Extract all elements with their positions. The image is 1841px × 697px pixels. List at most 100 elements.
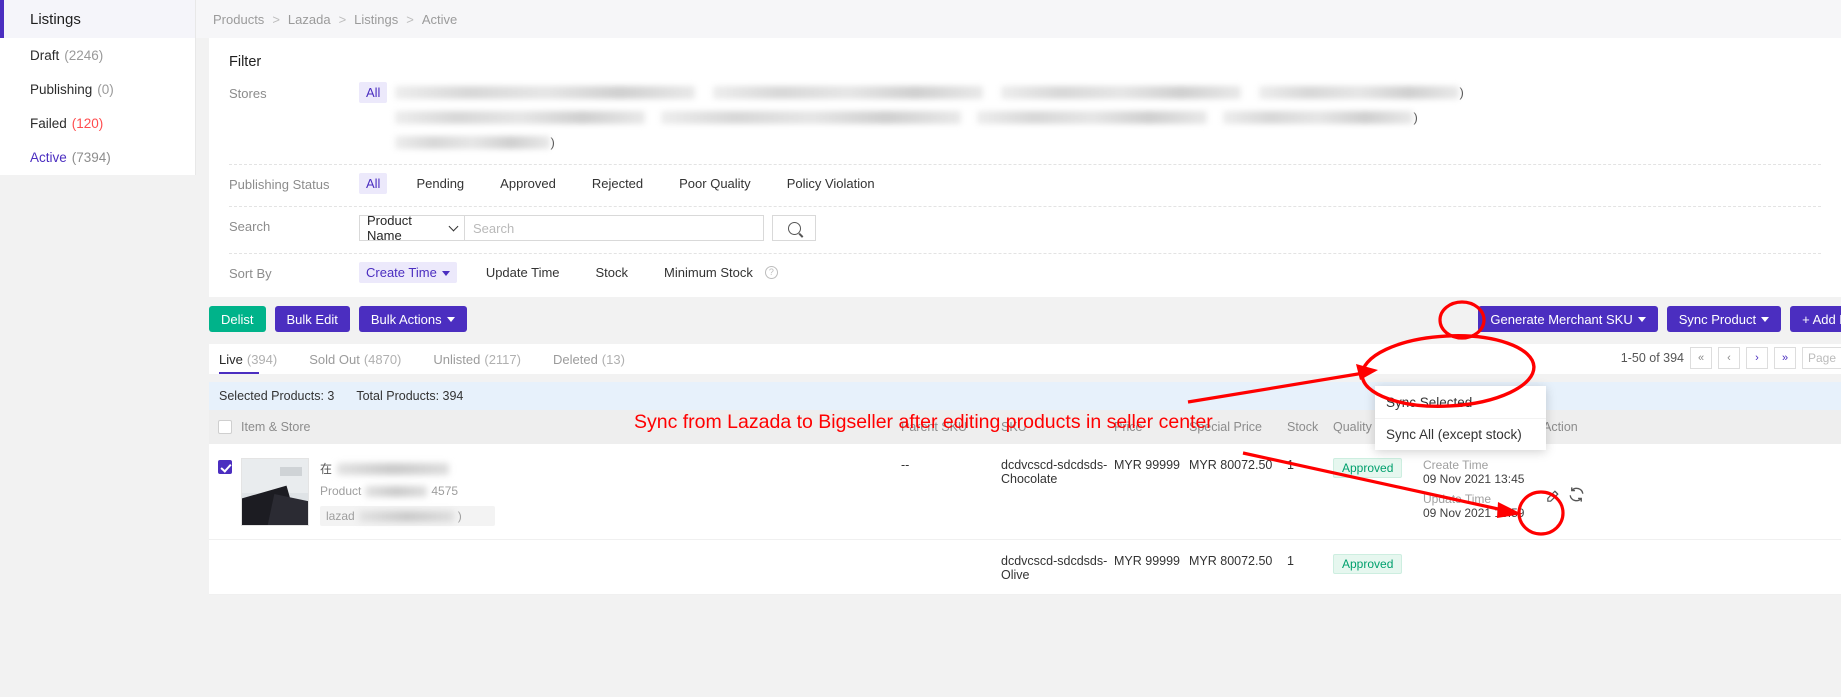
- breadcrumb-item-products[interactable]: Products: [213, 12, 264, 27]
- create-time-value: 09 Nov 2021 13:45: [1423, 472, 1525, 486]
- sort-option-minimum-stock[interactable]: Minimum Stock: [657, 262, 760, 283]
- search-input[interactable]: [464, 215, 764, 241]
- breadcrumb: Products > Lazada > Listings > Active: [196, 0, 1841, 38]
- row-sku: dcdvcscd-sdcdsds-Olive: [1001, 554, 1108, 582]
- update-time-value: 09 Nov 2021 16:59: [1423, 506, 1525, 520]
- tab-sold-out[interactable]: Sold Out (4870): [309, 344, 401, 374]
- pagination-first-button[interactable]: «: [1690, 347, 1712, 369]
- publishing-status-rejected[interactable]: Rejected: [585, 173, 650, 194]
- sidebar-item-failed[interactable]: Failed (120): [0, 106, 195, 140]
- sync-product-label: Sync Product: [1678, 311, 1757, 327]
- tab-count: (394): [246, 351, 278, 367]
- tab-label: Live: [219, 351, 243, 367]
- tab-label: Sold Out: [309, 351, 360, 367]
- sidebar-item-active[interactable]: Active (7394): [0, 140, 195, 174]
- sync-refresh-icon[interactable]: [1566, 484, 1586, 504]
- row-select-checkbox[interactable]: [218, 460, 232, 474]
- row-time: Create Time 09 Nov 2021 13:45 Update Tim…: [1423, 444, 1543, 539]
- row-quality-check: Approved: [1333, 540, 1423, 594]
- table-row[interactable]: 在 Product 4575 lazad) -- dcdvcscd-sdcdsds…: [209, 444, 1841, 540]
- sort-option-update-time[interactable]: Update Time: [479, 262, 567, 283]
- total-products-count: Total Products: 394: [356, 389, 464, 403]
- row-action-cell: [1543, 540, 1603, 594]
- column-stock: Stock: [1287, 420, 1319, 434]
- sidebar-item-label: Draft: [30, 47, 60, 63]
- tab-count: (4870): [363, 351, 402, 367]
- publishing-status-approved[interactable]: Approved: [493, 173, 563, 194]
- product-thumbnail[interactable]: [241, 458, 309, 526]
- stores-list-blurred[interactable]: ) ) ): [395, 82, 1585, 152]
- select-all-checkbox[interactable]: [218, 420, 232, 434]
- question-mark-icon[interactable]: ?: [764, 266, 778, 279]
- stores-label: Stores: [229, 86, 267, 101]
- menu-item-sync-selected[interactable]: Sync Selected: [1375, 386, 1546, 418]
- row-time: [1423, 540, 1543, 594]
- search-label: Search: [229, 219, 271, 234]
- status-badge: Approved: [1333, 458, 1403, 478]
- bulk-edit-button[interactable]: Bulk Edit: [274, 306, 350, 332]
- product-title-blurred: [337, 462, 450, 475]
- row-stock: 1: [1287, 554, 1294, 568]
- row-quality-check: Approved: [1333, 444, 1423, 539]
- row-select-checkbox-cell: [209, 540, 241, 594]
- row-item-store-cell: 在 Product 4575 lazad): [241, 444, 901, 539]
- pagination-page-input[interactable]: Page: [1802, 347, 1841, 369]
- selected-products-count: Selected Products: 3: [219, 389, 335, 403]
- chevron-down-icon: [448, 221, 459, 232]
- breadcrumb-item-active[interactable]: Active: [422, 12, 457, 27]
- tab-live[interactable]: Live (394): [219, 344, 277, 374]
- publishing-status-policy-violation[interactable]: Policy Violation: [780, 173, 882, 194]
- sidebar-item-count: (0): [97, 81, 114, 97]
- search-field-select[interactable]: Product Name: [359, 213, 464, 243]
- sort-option-create-time[interactable]: Create Time: [359, 262, 457, 283]
- stores-all-chip[interactable]: All: [359, 82, 388, 103]
- filter-row-sort-by: Sort By Create Time Update Time Stock Mi…: [209, 258, 1841, 287]
- tab-unlisted[interactable]: Unlisted (2117): [433, 344, 521, 374]
- publishing-status-poor-quality[interactable]: Poor Quality: [672, 173, 758, 194]
- publishing-status-label: Publishing Status: [229, 177, 330, 192]
- table-row[interactable]: dcdvcscd-sdcdsds-Olive MYR 99999 MYR 800…: [209, 540, 1841, 595]
- product-id-line: Product 4575: [320, 484, 459, 498]
- bulk-actions-button[interactable]: Bulk Actions: [358, 306, 467, 332]
- generate-merchant-sku-label: Generate Merchant SKU: [1490, 311, 1633, 327]
- filter-row-publishing-status: Publishing Status All Pending Approved R…: [209, 169, 1841, 198]
- row-special-price: MYR 80072.50: [1189, 458, 1273, 472]
- caret-down-icon: [1637, 316, 1646, 322]
- menu-item-sync-all-except-stock[interactable]: Sync All (except stock): [1375, 418, 1546, 450]
- pagination-range: 1-50 of 394: [1620, 351, 1684, 365]
- breadcrumb-separator: >: [406, 11, 414, 27]
- sidebar-title: Listings: [0, 0, 195, 38]
- divider: [229, 253, 1821, 254]
- tab-count: (2117): [484, 351, 521, 367]
- sidebar-item-publishing[interactable]: Publishing (0): [0, 72, 195, 106]
- store-name-line: lazad): [320, 506, 495, 526]
- row-parent-sku: [901, 540, 1001, 594]
- pagination-prev-button[interactable]: ‹: [1718, 347, 1740, 369]
- row-select-checkbox-cell: [209, 444, 241, 539]
- search-button[interactable]: [772, 215, 816, 241]
- add-product-button[interactable]: + Add Produ: [1790, 306, 1841, 332]
- delist-button[interactable]: Delist: [209, 306, 266, 332]
- sort-option-stock[interactable]: Stock: [589, 262, 636, 283]
- action-toolbar: Delist Bulk Edit Bulk Actions Generate M…: [209, 305, 1841, 347]
- sync-product-dropdown-menu[interactable]: Sync Selected Sync All (except stock): [1375, 386, 1546, 450]
- pagination-next-button[interactable]: ›: [1746, 347, 1768, 369]
- edit-pencil-icon[interactable]: [1543, 485, 1563, 505]
- annotation-text: Sync from Lazada to Bigseller after edit…: [634, 411, 1213, 433]
- breadcrumb-item-listings[interactable]: Listings: [354, 12, 398, 27]
- tab-label: Unlisted: [433, 351, 481, 367]
- pagination-last-button[interactable]: »: [1774, 347, 1796, 369]
- filter-panel: Filter Stores All ))) Publishing Statu…: [209, 38, 1841, 297]
- divider: [229, 206, 1821, 207]
- sidebar-item-draft[interactable]: Draft (2246): [0, 38, 195, 72]
- publishing-status-pending[interactable]: Pending: [409, 173, 471, 194]
- bulk-actions-label: Bulk Actions: [370, 311, 442, 327]
- divider: [229, 164, 1821, 165]
- publishing-status-all[interactable]: All: [359, 173, 388, 194]
- products-table: Item & Store Parent SKU SKU Price Specia…: [209, 410, 1841, 595]
- sync-product-button[interactable]: Sync Product: [1666, 306, 1782, 332]
- breadcrumb-item-lazada[interactable]: Lazada: [288, 12, 331, 27]
- tab-deleted[interactable]: Deleted (13): [553, 344, 625, 374]
- generate-merchant-sku-button[interactable]: Generate Merchant SKU: [1478, 306, 1658, 332]
- create-time-label: Create Time: [1423, 458, 1489, 472]
